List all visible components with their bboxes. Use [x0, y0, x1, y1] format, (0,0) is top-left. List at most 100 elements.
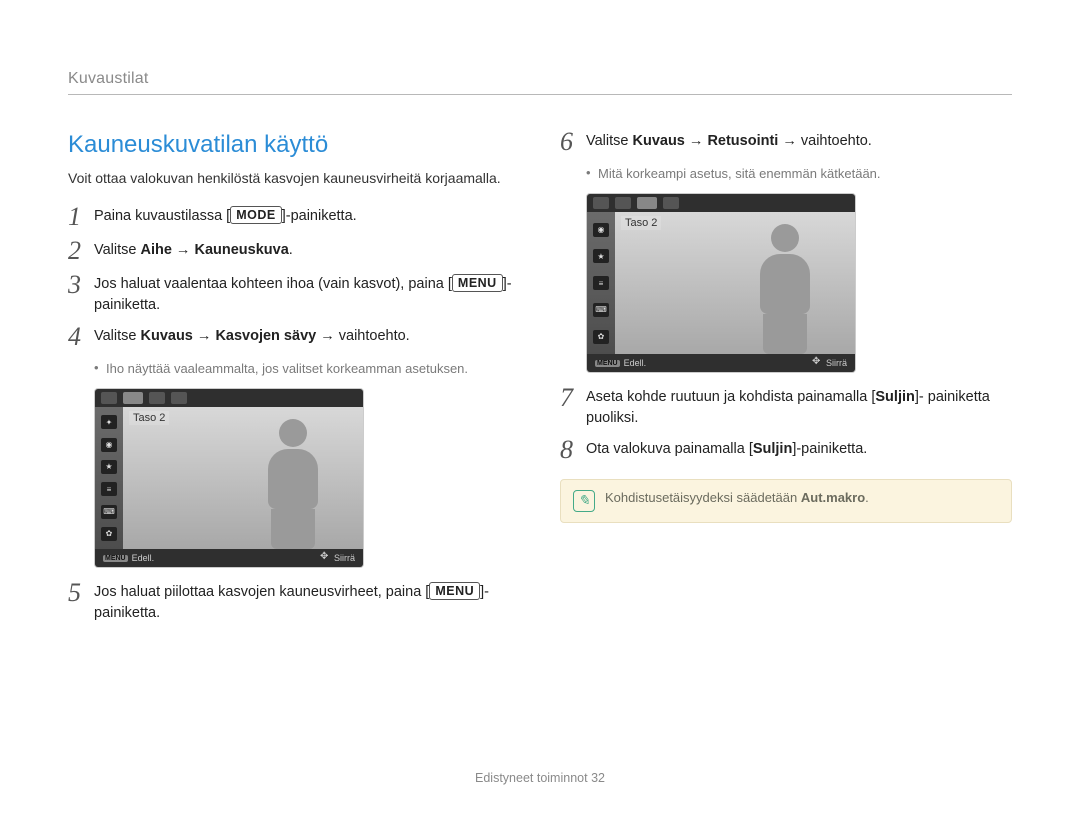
note-bold: Aut.makro [801, 490, 865, 505]
menu-icon: MENU [595, 360, 620, 367]
step-bold: Kasvojen sävy [215, 328, 316, 344]
step-1: 1 Paina kuvaustilassa [MODE]-painiketta. [68, 206, 520, 230]
step-text: ]-painiketta. [282, 208, 357, 224]
sidebar-icon: ◉ [101, 438, 117, 452]
top-icon [101, 392, 117, 404]
step-4-sub: Iho näyttää vaaleammalta, jos valitset k… [94, 360, 520, 378]
camera-screenshot-retouch: ◉ ★ ≡ ⌨ ✿ Taso 2 MENU Edell. [586, 193, 856, 373]
step-text: → vaihtoehto. [778, 133, 872, 149]
screenshot-bottombar: MENU Edell. Siirrä [95, 549, 363, 567]
step-number: 4 [68, 324, 94, 350]
step-8: 8 Ota valokuva painamalla [Suljin]-paini… [560, 439, 1012, 463]
step-text: Aseta kohde ruutuun ja kohdista painamal… [586, 389, 875, 405]
step-5: 5 Jos haluat piilottaa kasvojen kauneusv… [68, 582, 520, 624]
step-text: → [172, 242, 195, 258]
step-bold: Kauneuskuva [194, 242, 288, 258]
screenshot-topbar [587, 194, 855, 212]
step-2: 2 Valitse Aihe → Kauneuskuva. [68, 240, 520, 264]
footer-page: 32 [591, 771, 605, 785]
person-silhouette-icon [745, 224, 825, 354]
intro-text: Voit ottaa valokuvan henkilöstä kasvojen… [68, 169, 520, 188]
note-post: . [865, 490, 869, 505]
step-6: 6 Valitse Kuvaus → Retusointi → vaihtoeh… [560, 131, 1012, 155]
top-icon [637, 197, 657, 209]
menu-icon: MENU [103, 555, 128, 562]
screenshot-viewport: Taso 2 [123, 407, 363, 549]
breadcrumb: Kuvaustilat [68, 70, 1012, 95]
step-text: → [685, 133, 708, 149]
step-number: 1 [68, 204, 94, 230]
step-text: → [193, 328, 216, 344]
step-bold: Kuvaus [632, 133, 684, 149]
step-4: 4 Valitse Kuvaus → Kasvojen sävy → vaiht… [68, 326, 520, 350]
step-text: Jos haluat vaalentaa kohteen ihoa (vain … [94, 276, 452, 292]
sidebar-icon: ✦ [101, 415, 117, 429]
step-number: 2 [68, 238, 94, 264]
left-column: Kauneuskuvatilan käyttö Voit ottaa valok… [68, 131, 520, 634]
step-text: → vaihtoehto. [316, 328, 410, 344]
sidebar-icon: ≡ [593, 276, 609, 290]
step-text: Paina kuvaustilassa [ [94, 208, 230, 224]
sidebar-icon: ★ [593, 249, 609, 263]
top-icon [615, 197, 631, 209]
top-icon [149, 392, 165, 404]
step-bold: Aihe [140, 242, 171, 258]
top-icon [663, 197, 679, 209]
step-number: 5 [68, 580, 94, 606]
top-icon [171, 392, 187, 404]
sidebar-icon: ⌨ [593, 303, 609, 317]
step-bold: Kuvaus [140, 328, 192, 344]
back-label: Edell. [132, 553, 155, 563]
page-title: Kauneuskuvatilan käyttö [68, 131, 520, 159]
sidebar-icon: ◉ [593, 223, 609, 237]
note-text: Kohdistusetäisyydeksi säädetään Aut.makr… [605, 490, 869, 505]
screenshot-bottombar: MENU Edell. Siirrä [587, 354, 855, 372]
sidebar-icon: ✿ [593, 330, 609, 344]
screenshot-sidebar: ◉ ★ ≡ ⌨ ✿ [587, 212, 615, 354]
sidebar-icon: ⌨ [101, 505, 117, 519]
step-bold: Suljin [753, 441, 792, 457]
nav-icon [812, 358, 822, 368]
menu-button-label: MENU [452, 274, 503, 292]
step-text: Ota valokuva painamalla [ [586, 441, 753, 457]
step-3: 3 Jos haluat vaalentaa kohteen ihoa (vai… [68, 274, 520, 316]
step-text: Valitse [586, 133, 632, 149]
step-number: 3 [68, 272, 94, 298]
right-column: 6 Valitse Kuvaus → Retusointi → vaihtoeh… [560, 131, 1012, 634]
note-box: ✎ Kohdistusetäisyydeksi säädetään Aut.ma… [560, 479, 1012, 523]
step-number: 8 [560, 437, 586, 463]
person-silhouette-icon [253, 419, 333, 549]
step-text: ]-painiketta. [792, 441, 867, 457]
note-pre: Kohdistusetäisyydeksi säädetään [605, 490, 801, 505]
step-text: . [289, 242, 293, 258]
step-bold: Retusointi [707, 133, 778, 149]
step-number: 6 [560, 129, 586, 155]
step-text: Valitse [94, 328, 140, 344]
step-text: Valitse [94, 242, 140, 258]
top-icon [593, 197, 609, 209]
step-number: 7 [560, 385, 586, 411]
nav-icon [320, 553, 330, 563]
screenshot-viewport: Taso 2 [615, 212, 855, 354]
step-6-sub: Mitä korkeampi asetus, sitä enemmän kätk… [586, 165, 1012, 183]
back-label: Edell. [624, 358, 647, 368]
top-icon [123, 392, 143, 404]
info-icon: ✎ [573, 490, 595, 512]
level-label: Taso 2 [129, 411, 169, 425]
sidebar-icon: ≡ [101, 482, 117, 496]
menu-button-label: MENU [429, 582, 480, 600]
footer-section: Edistyneet toiminnot [475, 771, 588, 785]
page-footer: Edistyneet toiminnot 32 [0, 771, 1080, 785]
sidebar-icon: ✿ [101, 527, 117, 541]
mode-button-label: MODE [230, 206, 282, 224]
step-7: 7 Aseta kohde ruutuun ja kohdista painam… [560, 387, 1012, 429]
screenshot-sidebar: ✦ ◉ ★ ≡ ⌨ ✿ [95, 407, 123, 549]
screenshot-topbar [95, 389, 363, 407]
move-label: Siirrä [334, 553, 355, 563]
level-label: Taso 2 [621, 216, 661, 230]
step-text: Jos haluat piilottaa kasvojen kauneusvir… [94, 584, 429, 600]
step-bold: Suljin [875, 389, 914, 405]
sidebar-icon: ★ [101, 460, 117, 474]
camera-screenshot-tone: ✦ ◉ ★ ≡ ⌨ ✿ Taso 2 MENUEde [94, 388, 364, 568]
move-label: Siirrä [826, 358, 847, 368]
